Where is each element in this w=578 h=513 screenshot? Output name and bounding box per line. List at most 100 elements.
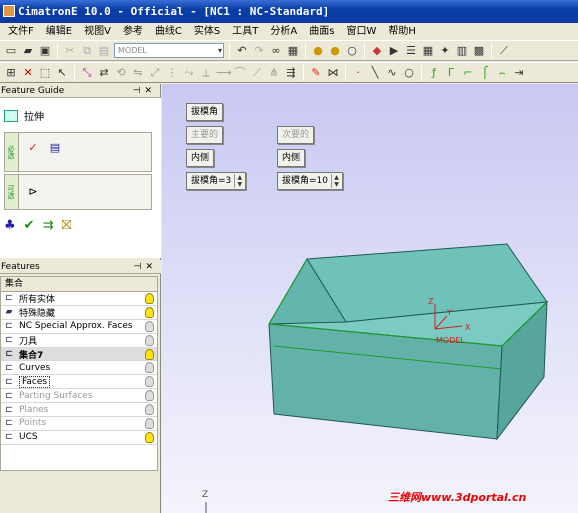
glasses-icon[interactable]: ∞ — [269, 44, 283, 58]
split-icon[interactable]: ⋔ — [267, 66, 281, 80]
list-icon[interactable]: ☰ — [404, 44, 418, 58]
menu-analysis[interactable]: 分析A — [264, 23, 303, 40]
cancel-icon[interactable]: ⛝ — [61, 218, 71, 233]
feature-row[interactable]: ▰ 特殊隐藏 — [1, 306, 157, 320]
spline-icon[interactable]: ∿ — [385, 66, 399, 80]
model-combo[interactable]: MODEL — [114, 43, 224, 58]
secondary-button[interactable]: 次要的 — [277, 126, 315, 144]
feature-row[interactable]: ⊏ Curves — [1, 361, 157, 376]
spinner-arrows-icon[interactable]: ▲ ▼ — [234, 174, 244, 188]
array-icon[interactable]: ⋮ — [165, 66, 179, 80]
forward-icon[interactable]: ▶ — [387, 44, 401, 58]
offset-curve-icon[interactable]: ⎧ — [478, 66, 492, 80]
step-dir-icon[interactable]: ▤ — [47, 141, 63, 155]
preview-icon[interactable]: ♣ — [4, 218, 16, 233]
redo-icon[interactable]: ↷ — [252, 44, 266, 58]
visibility-bulb-icon[interactable] — [145, 306, 154, 318]
step-geom-icon[interactable]: ✓ — [25, 141, 41, 155]
feature-row[interactable]: ⊏ 所有实体 — [1, 292, 157, 306]
back-icon[interactable]: ◆ — [370, 44, 384, 58]
transform-icon[interactable]: ⤡ — [80, 66, 94, 80]
bulb-off-icon[interactable]: ○ — [345, 44, 359, 58]
menu-file[interactable]: 文件F — [2, 23, 40, 40]
inside-right-button[interactable]: 内侧 — [277, 149, 306, 167]
undo-icon[interactable]: ↶ — [235, 44, 249, 58]
bridge-curve-icon[interactable]: ⌢ — [495, 66, 509, 80]
feature-row[interactable]: ⊏ Parting Surfaces — [1, 389, 157, 404]
delete-icon[interactable]: ✕ — [21, 66, 35, 80]
chamfer-icon[interactable]: ⟋ — [250, 66, 264, 80]
menu-view[interactable]: 视图V — [78, 23, 117, 40]
draft-angle-left-spinner[interactable]: 拔模角=3 ▲ ▼ — [186, 172, 247, 190]
apply-icon[interactable]: ⇉ — [43, 218, 54, 233]
measure-icon[interactable]: ⟋ — [497, 44, 511, 58]
draft-angle-right-spinner[interactable]: 拔模角=10 ▲ ▼ — [277, 172, 343, 190]
rotate-icon[interactable]: ⟲ — [114, 66, 128, 80]
menu-reference[interactable]: 参考 — [117, 23, 149, 40]
paste-icon[interactable]: ▤ — [97, 44, 111, 58]
visibility-bulb-icon[interactable] — [145, 376, 154, 388]
visibility-bulb-icon[interactable] — [145, 362, 154, 374]
visibility-bulb-icon[interactable] — [145, 418, 154, 430]
scale-icon[interactable]: ⤢ — [148, 66, 162, 80]
grid-icon[interactable]: ▦ — [421, 44, 435, 58]
curve-fit-icon[interactable]: ƒ — [427, 66, 441, 80]
spinner-arrows-icon[interactable]: ▲ ▼ — [331, 174, 341, 188]
filter-icon[interactable]: ↖ — [55, 66, 69, 80]
feature-row[interactable]: ⊏ Faces — [1, 375, 157, 390]
menu-help[interactable]: 帮助H — [382, 23, 422, 40]
primary-button[interactable]: 主要的 — [186, 126, 224, 144]
bulb-icon[interactable]: ● — [311, 44, 325, 58]
new-file-icon[interactable]: ▭ — [4, 44, 18, 58]
fillet-icon[interactable]: ⌒ — [233, 66, 247, 80]
solid-icon[interactable]: ▩ — [472, 44, 486, 58]
menu-window[interactable]: 窗口W — [340, 23, 382, 40]
feature-row[interactable]: ⊏ UCS — [1, 431, 157, 445]
attrib-icon[interactable]: ▥ — [455, 44, 469, 58]
copy-icon[interactable]: ⧉ — [80, 44, 94, 58]
join-icon[interactable]: ⇶ — [284, 66, 298, 80]
feature-row[interactable]: ⊏ Points — [1, 417, 157, 431]
draft-angle-button[interactable]: 拔模角 — [186, 103, 224, 121]
visibility-bulb-icon[interactable] — [145, 390, 154, 402]
inside-left-button[interactable]: 内侧 — [186, 149, 215, 167]
mirror-icon[interactable]: ⇋ — [131, 66, 145, 80]
tangent-curve-icon[interactable]: Γ — [444, 66, 458, 80]
save-icon[interactable]: ▣ — [38, 44, 52, 58]
panel-controls[interactable]: ⊣✕ — [134, 260, 157, 274]
circle-icon[interactable]: ○ — [402, 66, 416, 80]
cut-icon[interactable]: ✂ — [63, 44, 77, 58]
menu-surface[interactable]: 曲面s — [303, 23, 340, 40]
extend-icon[interactable]: ⟶ — [216, 66, 232, 80]
visibility-bulb-icon[interactable] — [145, 334, 154, 346]
fillet-curve-icon[interactable]: ⌐ — [461, 66, 475, 80]
visibility-bulb-icon[interactable] — [145, 320, 154, 332]
panel-controls[interactable]: ⊣✕ — [133, 84, 156, 98]
visibility-bulb-icon[interactable] — [145, 431, 154, 443]
menu-solid[interactable]: 实体S — [188, 23, 226, 40]
visibility-bulb-icon[interactable] — [145, 293, 154, 304]
step-option-icon[interactable]: ⊳ — [25, 185, 41, 199]
line-icon[interactable]: ╲ — [368, 66, 382, 80]
pick-icon[interactable]: ✦ — [438, 44, 452, 58]
feature-row[interactable]: ⊏ NC Special Approx. Faces — [1, 320, 157, 334]
graphics-viewport[interactable]: Z X Y MODEL Z 拔模角 主要的 次要的 内侧 内侧 拔模角=3 ▲ ▼… — [162, 84, 578, 513]
layer-icon[interactable]: ▦ — [286, 44, 300, 58]
point-icon[interactable]: · — [351, 66, 365, 80]
menu-curve[interactable]: 曲线C — [149, 23, 188, 40]
project-curve-icon[interactable]: ⇥ — [512, 66, 526, 80]
visibility-bulb-icon[interactable] — [145, 348, 154, 360]
sketch-exit-icon[interactable]: ⋈ — [326, 66, 340, 80]
offset-icon[interactable]: ⤳ — [182, 66, 196, 80]
bulb-alt-icon[interactable]: ● — [328, 44, 342, 58]
copy-move-icon[interactable]: ⇄ — [97, 66, 111, 80]
feature-row[interactable]: ⊏ Planes — [1, 403, 157, 418]
feature-row[interactable]: ⊏ 刀具 — [1, 334, 157, 348]
open-file-icon[interactable]: ▰ — [21, 44, 35, 58]
trim-icon[interactable]: ⟂ — [199, 66, 213, 80]
visibility-bulb-icon[interactable] — [145, 404, 154, 416]
menu-edit[interactable]: 编辑E — [40, 23, 78, 40]
box-select-icon[interactable]: ⬚ — [38, 66, 52, 80]
sketch-icon[interactable]: ✎ — [309, 66, 323, 80]
ok-icon[interactable]: ✔ — [24, 218, 35, 233]
